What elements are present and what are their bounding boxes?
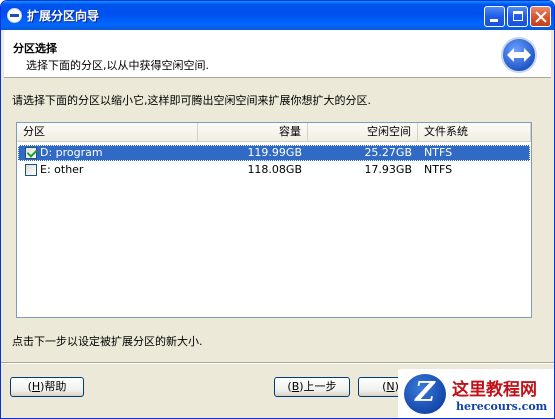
footnote-text: 点击下一步以设定被扩展分区的新大小. — [12, 335, 203, 348]
watermark-url: herecours.com — [456, 400, 548, 413]
wizard-window: 扩展分区向导 分区选择 选择下面的分区,以从中获得空闲空间. 请选择下面的分区以… — [0, 0, 555, 419]
partition-free-space: 25.27GB — [364, 146, 412, 159]
minimize-button[interactable] — [484, 6, 505, 27]
partition-capacity: 119.99GB — [247, 146, 302, 159]
instruction-text: 请选择下面的分区以缩小它,这样即可腾出空闲空间来扩展你想扩大的分区. — [12, 94, 371, 107]
watermark-logo-letter: Z — [415, 377, 435, 408]
wizard-header: 分区选择 选择下面的分区,以从中获得空闲空间. — [4, 30, 551, 78]
partition-checkbox[interactable] — [25, 164, 37, 176]
page-subtitle: 选择下面的分区,以从中获得空闲空间. — [26, 59, 209, 72]
back-button-label: )上一步 — [299, 380, 337, 393]
watermark-title: 这里教程网 — [452, 380, 537, 400]
column-header-partition[interactable]: 分区 — [17, 123, 198, 141]
table-row[interactable]: D: program 119.99GB 25.27GB NTFS — [18, 145, 530, 161]
partition-checkbox[interactable] — [25, 147, 37, 159]
partition-filesystem: NTFS — [424, 146, 453, 159]
maximize-icon — [508, 7, 527, 26]
close-button[interactable] — [530, 6, 551, 27]
resize-arrows-icon — [501, 37, 537, 73]
watermark-logo: Z — [404, 374, 446, 414]
partition-list[interactable]: 分区 容量 空闲空间 文件系统 D: program 119.99GB 25.2… — [16, 122, 532, 318]
partition-name: D: program — [40, 146, 103, 159]
watermark: Z 这里教程网 herecours.com — [398, 369, 554, 418]
partition-free-space: 17.93GB — [364, 163, 412, 176]
column-header-capacity[interactable]: 容量 — [198, 123, 308, 141]
divider — [1, 362, 554, 364]
help-button-hotkey: H — [31, 380, 41, 393]
close-icon — [531, 7, 550, 26]
back-button[interactable]: (B)上一步 — [274, 377, 350, 397]
next-button-hotkey: N — [386, 380, 395, 393]
column-header-free-space[interactable]: 空闲空间 — [308, 123, 418, 141]
app-icon — [7, 8, 22, 23]
minimize-icon — [485, 7, 504, 26]
page-title: 分区选择 — [13, 42, 57, 55]
help-button[interactable]: (H)帮助 — [10, 377, 84, 397]
maximize-button[interactable] — [507, 6, 528, 27]
list-header: 分区 容量 空闲空间 文件系统 — [17, 123, 531, 142]
table-row[interactable]: E: other 118.08GB 17.93GB NTFS — [18, 162, 530, 178]
column-header-filesystem[interactable]: 文件系统 — [418, 123, 531, 141]
partition-capacity: 118.08GB — [247, 163, 302, 176]
window-title: 扩展分区向导 — [27, 9, 100, 23]
help-button-label: )帮助 — [40, 380, 67, 393]
partition-name: E: other — [40, 163, 84, 176]
title-bar[interactable]: 扩展分区向导 — [1, 1, 554, 30]
partition-filesystem: NTFS — [424, 163, 453, 176]
